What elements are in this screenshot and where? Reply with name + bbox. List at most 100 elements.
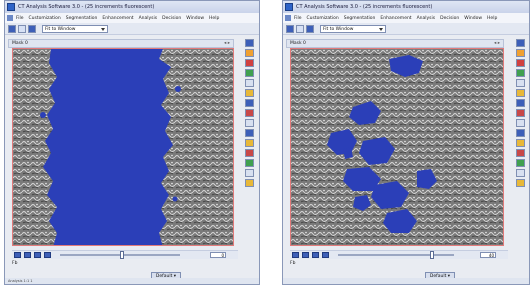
layer-tool-icon[interactable] <box>245 129 254 137</box>
eraser-tool-icon[interactable] <box>516 59 525 67</box>
menu-help[interactable]: Help <box>209 16 219 21</box>
open-icon[interactable] <box>286 24 294 33</box>
menu-bar: File Customization Segmentation Enhancem… <box>283 13 529 23</box>
zoom-select[interactable]: Fit to Window <box>42 24 108 33</box>
menu-segmentation[interactable]: Segmentation <box>344 16 376 21</box>
menu-decision[interactable]: Decision <box>162 16 181 21</box>
panel-title: Mask 0 <box>290 41 306 46</box>
fill-tool-icon[interactable] <box>516 69 525 77</box>
fb-label: Fb <box>12 261 18 266</box>
measure-tool-icon[interactable] <box>245 119 254 127</box>
app-window-left: CT Analysis Software 3.0 - (25 increment… <box>4 0 260 285</box>
title-bar: CT Analysis Software 3.0 - (25 increment… <box>5 1 259 13</box>
select-tool-icon[interactable] <box>516 39 525 47</box>
app-icon <box>7 3 15 11</box>
mask-tool-icon[interactable] <box>245 99 254 107</box>
menu-customization[interactable]: Customization <box>307 16 339 21</box>
delete-tool-icon[interactable] <box>245 149 254 157</box>
slider-thumb[interactable] <box>120 251 124 259</box>
brush-tool-icon[interactable] <box>245 49 254 57</box>
record-icon[interactable] <box>322 252 329 258</box>
menu-bar: File Customization Segmentation Enhancem… <box>5 13 259 23</box>
info-tool-icon[interactable] <box>516 169 525 177</box>
play-icon[interactable] <box>14 252 21 258</box>
toolbar: Fit to Window <box>5 23 259 35</box>
menu-app-icon <box>7 15 13 21</box>
line-tool-icon[interactable] <box>245 79 254 87</box>
app-window-right: CT Analysis Software 3.0 - (25 increment… <box>282 0 530 285</box>
fill-tool-icon[interactable] <box>245 69 254 77</box>
step-icon[interactable] <box>302 252 309 258</box>
threshold-tool-icon[interactable] <box>245 109 254 117</box>
image-status-bar: 0 <box>12 250 238 259</box>
image-status-bar: 40 <box>290 250 508 259</box>
panel-nav-controls[interactable]: ◂ ▸ <box>224 41 230 46</box>
settings-tool-icon[interactable] <box>516 139 525 147</box>
zoom-tool-icon[interactable] <box>516 89 525 97</box>
tool-palette <box>242 39 257 189</box>
menu-help[interactable]: Help <box>487 16 497 21</box>
footer-strip <box>283 278 529 284</box>
frame-slider[interactable] <box>338 251 454 259</box>
info-tool-icon[interactable] <box>245 169 254 177</box>
zoom-select[interactable]: Fit to Window <box>320 24 386 33</box>
stop-icon[interactable] <box>312 252 319 258</box>
menu-analysis[interactable]: Analysis <box>417 16 436 21</box>
footer-strip: Analysis 1:1 1 <box>5 278 259 284</box>
window-title: CT Analysis Software 3.0 - (25 increment… <box>18 4 155 10</box>
measure-tool-icon[interactable] <box>516 119 525 127</box>
line-tool-icon[interactable] <box>516 79 525 87</box>
title-bar: CT Analysis Software 3.0 - (25 increment… <box>283 1 529 13</box>
wound-mask-region <box>43 49 173 245</box>
frame-slider[interactable] <box>60 251 180 259</box>
menu-file[interactable]: File <box>294 16 302 21</box>
menu-customization[interactable]: Customization <box>29 16 61 21</box>
toolbar: Fit to Window <box>283 23 529 35</box>
save-icon[interactable] <box>296 24 304 33</box>
apply-tool-icon[interactable] <box>516 159 525 167</box>
frame-value-field[interactable]: 0 <box>210 252 226 258</box>
record-icon[interactable] <box>44 252 51 258</box>
footer-text: Analysis 1:1 1 <box>8 279 33 283</box>
eraser-tool-icon[interactable] <box>245 59 254 67</box>
menu-segmentation[interactable]: Segmentation <box>66 16 98 21</box>
microscopy-image[interactable] <box>12 48 234 246</box>
mask-tool-icon[interactable] <box>516 99 525 107</box>
brush-tool-icon[interactable] <box>516 49 525 57</box>
image-panel-header: Mask 0 ◂ ▸ <box>8 39 234 48</box>
zoom-tool-icon[interactable] <box>245 89 254 97</box>
settings-tool-icon[interactable] <box>245 139 254 147</box>
menu-window[interactable]: Window <box>464 16 482 21</box>
select-tool-icon[interactable] <box>245 39 254 47</box>
step-icon[interactable] <box>24 252 31 258</box>
view-icon[interactable] <box>28 24 36 33</box>
app-icon <box>285 3 293 11</box>
stop-icon[interactable] <box>34 252 41 258</box>
image-panel-header: Mask 0 ◂ ▸ <box>286 39 504 48</box>
menu-analysis[interactable]: Analysis <box>139 16 158 21</box>
window-title: CT Analysis Software 3.0 - (25 increment… <box>296 4 433 10</box>
view-icon[interactable] <box>306 24 314 33</box>
export-tool-icon[interactable] <box>245 179 254 187</box>
delete-tool-icon[interactable] <box>516 149 525 157</box>
menu-app-icon <box>285 15 291 21</box>
panel-title: Mask 0 <box>12 41 28 46</box>
menu-window[interactable]: Window <box>186 16 204 21</box>
open-icon[interactable] <box>8 24 16 33</box>
play-icon[interactable] <box>292 252 299 258</box>
microscopy-image[interactable] <box>290 48 504 246</box>
slider-thumb[interactable] <box>430 251 434 259</box>
tool-palette <box>513 39 528 189</box>
apply-tool-icon[interactable] <box>245 159 254 167</box>
frame-value-field[interactable]: 40 <box>480 252 496 258</box>
export-tool-icon[interactable] <box>516 179 525 187</box>
fb-label: Fb <box>290 261 296 266</box>
menu-enhancement[interactable]: Enhancement <box>380 16 411 21</box>
menu-decision[interactable]: Decision <box>440 16 459 21</box>
layer-tool-icon[interactable] <box>516 129 525 137</box>
panel-nav-controls[interactable]: ◂ ▸ <box>494 41 500 46</box>
save-icon[interactable] <box>18 24 26 33</box>
menu-file[interactable]: File <box>16 16 24 21</box>
menu-enhancement[interactable]: Enhancement <box>102 16 133 21</box>
threshold-tool-icon[interactable] <box>516 109 525 117</box>
